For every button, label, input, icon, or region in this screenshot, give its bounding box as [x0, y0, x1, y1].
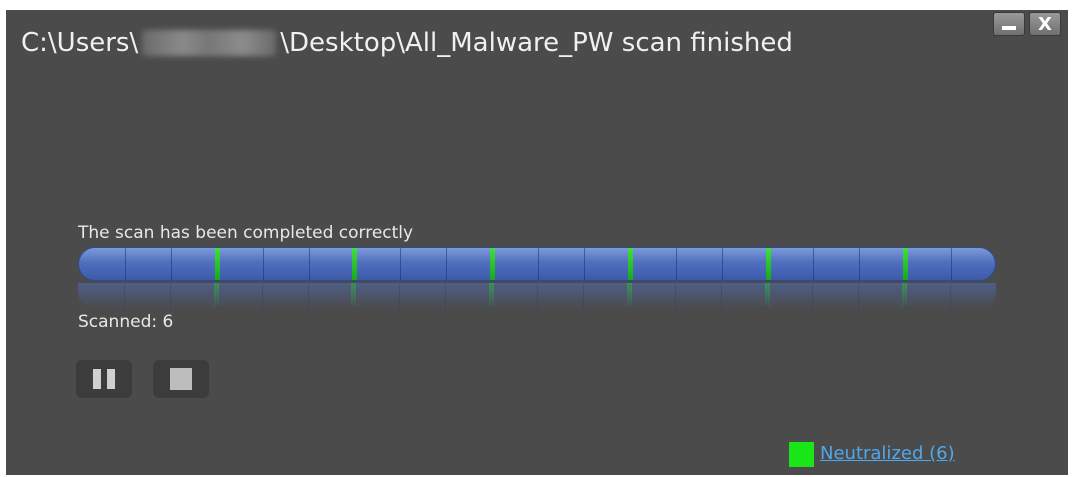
reflection-segment-divider: [537, 283, 538, 309]
minimize-icon: [1002, 26, 1016, 30]
progress-segment-divider: [859, 248, 860, 280]
detection-marker-reflection: [214, 283, 219, 309]
progress-bar-reflection: [78, 283, 996, 309]
detection-marker-reflection: [351, 283, 356, 309]
progress-segment-divider: [125, 248, 126, 280]
reflection-segment-divider: [445, 283, 446, 309]
detection-marker: [766, 248, 771, 280]
progress-segment-divider: [171, 248, 172, 280]
progress-segment-divider: [676, 248, 677, 280]
neutralized-legend-swatch: [789, 442, 814, 467]
detection-marker: [628, 248, 633, 280]
detection-marker-reflection: [489, 283, 494, 309]
progress-segment-divider: [722, 248, 723, 280]
progress-segment-divider: [446, 248, 447, 280]
reflection-segment-divider: [583, 283, 584, 309]
reflection-segment-divider: [675, 283, 676, 309]
title-suffix: \Desktop\All_Malware_PW scan finished: [280, 28, 793, 58]
progress-segment-divider: [263, 248, 264, 280]
reflection-segment-divider: [858, 283, 859, 309]
pause-icon: [93, 369, 101, 389]
window-title: C:\Users\ \Desktop\All_Malware_PW scan f…: [21, 28, 793, 58]
scan-window: C:\Users\ \Desktop\All_Malware_PW scan f…: [6, 10, 1068, 475]
redacted-username: [142, 30, 277, 56]
progress-segment-divider: [813, 248, 814, 280]
reflection-segment-divider: [812, 283, 813, 309]
title-prefix: C:\Users\: [21, 28, 139, 58]
detection-marker-reflection: [765, 283, 770, 309]
detection-marker-reflection: [627, 283, 632, 309]
close-icon: X: [1038, 13, 1052, 35]
progress-segment-divider: [951, 248, 952, 280]
progress-segment-divider: [309, 248, 310, 280]
reflection-segment-divider: [124, 283, 125, 309]
detection-marker-reflection: [902, 283, 907, 309]
reflection-segment-divider: [399, 283, 400, 309]
minimize-button[interactable]: [993, 12, 1025, 36]
pause-button[interactable]: [76, 360, 132, 398]
progress-segment-divider: [538, 248, 539, 280]
detection-marker: [903, 248, 908, 280]
pause-icon-bar: [107, 369, 115, 389]
stop-icon: [170, 368, 192, 390]
scanned-count: Scanned: 6: [78, 312, 174, 332]
detection-marker: [352, 248, 357, 280]
reflection-segment-divider: [308, 283, 309, 309]
close-button[interactable]: X: [1029, 12, 1061, 36]
progress-segment-divider: [584, 248, 585, 280]
scan-progress-bar: [78, 247, 996, 281]
progress-segment-divider: [400, 248, 401, 280]
detection-marker: [490, 248, 495, 280]
reflection-segment-divider: [170, 283, 171, 309]
neutralized-link[interactable]: Neutralized (6): [820, 443, 955, 464]
reflection-segment-divider: [950, 283, 951, 309]
reflection-segment-divider: [262, 283, 263, 309]
detection-marker: [215, 248, 220, 280]
stop-button[interactable]: [153, 360, 209, 398]
scan-status-text: The scan has been completed correctly: [78, 223, 414, 243]
reflection-segment-divider: [721, 283, 722, 309]
